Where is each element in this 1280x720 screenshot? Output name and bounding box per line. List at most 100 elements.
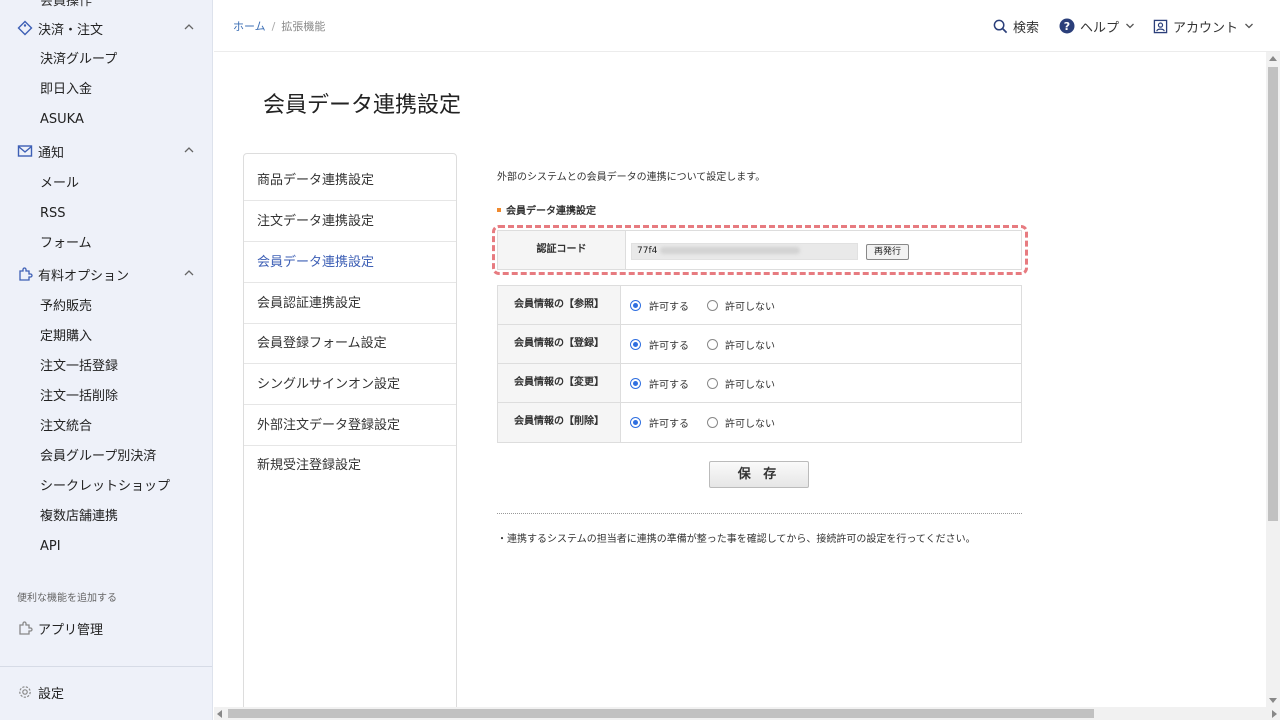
radio-allow[interactable]	[630, 300, 641, 311]
sidebar-item-label: 設定	[38, 686, 65, 702]
subnav-item-order-data[interactable]: 注文データ連携設定	[244, 201, 456, 242]
sidebar-item-order-merge[interactable]: 注文統合	[40, 417, 92, 437]
sidebar-divider	[0, 666, 212, 667]
search-icon	[993, 19, 1008, 33]
breadcrumb: ホーム / 拡張機能	[233, 18, 325, 34]
account-label: アカウント	[1173, 20, 1239, 36]
highlight-annotation	[492, 225, 1028, 275]
subnav-item-new-order[interactable]: 新規受注登録設定	[244, 445, 456, 486]
scroll-up-icon[interactable]	[1269, 56, 1277, 61]
mail-icon	[17, 145, 33, 157]
chevron-down-icon	[1126, 23, 1134, 29]
help-menu[interactable]: ? ヘルプ	[1059, 16, 1140, 36]
radio-deny[interactable]	[707, 339, 718, 350]
radio-allow[interactable]	[630, 378, 641, 389]
subnav-item-sso[interactable]: シングルサインオン設定	[244, 364, 456, 405]
sidebar-item-form[interactable]: フォーム	[40, 234, 92, 254]
breadcrumb-separator: /	[271, 20, 276, 33]
table-row: 会員情報の【変更】 許可する 許可しない	[498, 364, 1021, 403]
sidebar-item-label: アプリ管理	[38, 622, 104, 638]
radio-deny-label[interactable]: 許可しない	[725, 376, 775, 391]
sidebar-item-clipped[interactable]: 会員操作	[40, 0, 92, 9]
scroll-down-icon[interactable]	[1269, 698, 1277, 703]
scroll-right-icon[interactable]	[1272, 710, 1277, 718]
tag-icon	[17, 20, 33, 36]
permissions-table: 会員情報の【参照】 許可する 許可しない 会員情報の【登録】 許可する 許可しな…	[497, 285, 1022, 443]
horizontal-scrollbar[interactable]	[214, 707, 1280, 720]
radio-allow-label[interactable]: 許可する	[649, 298, 689, 313]
breadcrumb-current: 拡張機能	[281, 20, 326, 33]
subnav-item-member-data[interactable]: 会員データ連携設定	[244, 242, 456, 283]
radio-allow-label[interactable]: 許可する	[649, 337, 689, 352]
permission-label: 会員情報の【変更】	[498, 364, 621, 402]
sidebar-group-label: 決済・注文	[38, 22, 104, 38]
page-description: 外部のシステムとの会員データの連携について設定します。	[497, 172, 766, 183]
sidebar-item-member-group-payment[interactable]: 会員グループ別決済	[40, 447, 156, 467]
section-bullet	[497, 207, 501, 212]
subnav-item-member-auth[interactable]: 会員認証連携設定	[244, 283, 456, 324]
radio-deny-label[interactable]: 許可しない	[725, 415, 775, 430]
table-row: 会員情報の【参照】 許可する 許可しない	[498, 286, 1021, 325]
chevron-up-icon	[184, 270, 194, 276]
chevron-up-icon	[184, 24, 194, 30]
radio-deny-label[interactable]: 許可しない	[725, 337, 775, 352]
sidebar-item-asuka[interactable]: ASUKA	[40, 110, 84, 130]
svg-text:?: ?	[1064, 20, 1070, 33]
subnav-item-member-form[interactable]: 会員登録フォーム設定	[244, 323, 456, 364]
sidebar-item-bulk-order-delete[interactable]: 注文一括削除	[40, 387, 118, 407]
gear-icon	[19, 686, 31, 698]
vertical-scrollbar[interactable]	[1266, 52, 1280, 707]
scroll-left-icon[interactable]	[217, 710, 222, 718]
sidebar-item-bulk-order-register[interactable]: 注文一括登録	[40, 357, 118, 377]
sidebar-group-paid-options[interactable]: 有料オプション	[0, 260, 212, 288]
radio-allow[interactable]	[630, 339, 641, 350]
sidebar-group-payment[interactable]: 決済・注文	[0, 14, 212, 42]
sidebar-group-label: 有料オプション	[38, 268, 130, 284]
sidebar-item-payment-group[interactable]: 決済グループ	[40, 50, 117, 70]
page-title: 会員データ連携設定	[263, 93, 462, 118]
sidebar-group-notification[interactable]: 通知	[0, 137, 212, 165]
table-row: 会員情報の【削除】 許可する 許可しない	[498, 403, 1021, 442]
section-title-text: 会員データ連携設定	[506, 206, 596, 217]
sidebar-item-subscription[interactable]: 定期購入	[40, 327, 92, 347]
radio-allow-label[interactable]: 許可する	[649, 415, 689, 430]
sidebar-item-app-management[interactable]: アプリ管理	[0, 614, 212, 642]
sidebar: 会員操作 決済・注文 決済グループ 即日入金 ASUKA 通知 メール RSS …	[0, 0, 213, 720]
settings-subnav: 商品データ連携設定 注文データ連携設定 会員データ連携設定 会員認証連携設定 会…	[243, 153, 457, 720]
permission-label: 会員情報の【参照】	[498, 286, 621, 324]
sidebar-item-api[interactable]: API	[40, 537, 61, 557]
scrollbar-thumb[interactable]	[228, 709, 1094, 718]
sidebar-section-label: 便利な機能を追加する	[17, 593, 117, 604]
page-note: ・連携するシステムの担当者に連携の準備が整った事を確認してから、接続許可の設定を…	[497, 534, 976, 545]
radio-deny[interactable]	[707, 378, 718, 389]
subnav-item-product-data[interactable]: 商品データ連携設定	[244, 160, 456, 201]
sidebar-item-rss[interactable]: RSS	[40, 204, 66, 224]
scrollbar-thumb[interactable]	[1268, 67, 1278, 521]
subnav-item-external-order[interactable]: 外部注文データ登録設定	[244, 405, 456, 446]
radio-deny[interactable]	[707, 417, 718, 428]
puzzle-icon	[19, 267, 33, 281]
sidebar-item-mail[interactable]: メール	[40, 174, 79, 194]
account-menu[interactable]: アカウント	[1153, 16, 1259, 36]
permission-label: 会員情報の【削除】	[498, 403, 621, 442]
sidebar-item-same-day-deposit[interactable]: 即日入金	[40, 80, 92, 100]
account-icon	[1153, 19, 1168, 33]
sidebar-item-settings[interactable]: 設定	[0, 678, 212, 706]
help-icon: ?	[1059, 18, 1075, 34]
top-header: ホーム / 拡張機能 検索 ? ヘルプ アカウント	[214, 0, 1280, 52]
save-button[interactable]: 保 存	[709, 461, 809, 488]
radio-allow[interactable]	[630, 417, 641, 428]
breadcrumb-home-link[interactable]: ホーム	[233, 20, 266, 33]
section-title: 会員データ連携設定	[497, 202, 596, 217]
sidebar-group-label: 通知	[38, 145, 65, 161]
radio-deny[interactable]	[707, 300, 718, 311]
dotted-divider	[497, 513, 1022, 514]
sidebar-item-preorder[interactable]: 予約販売	[40, 297, 92, 317]
sidebar-item-secret-shop[interactable]: シークレットショップ	[40, 477, 170, 497]
search-button[interactable]: 検索	[993, 16, 1039, 36]
radio-allow-label[interactable]: 許可する	[649, 376, 689, 391]
chevron-up-icon	[184, 147, 194, 153]
radio-deny-label[interactable]: 許可しない	[725, 298, 775, 313]
sidebar-item-multi-store[interactable]: 複数店舗連携	[40, 507, 118, 527]
search-label: 検索	[1013, 20, 1040, 36]
